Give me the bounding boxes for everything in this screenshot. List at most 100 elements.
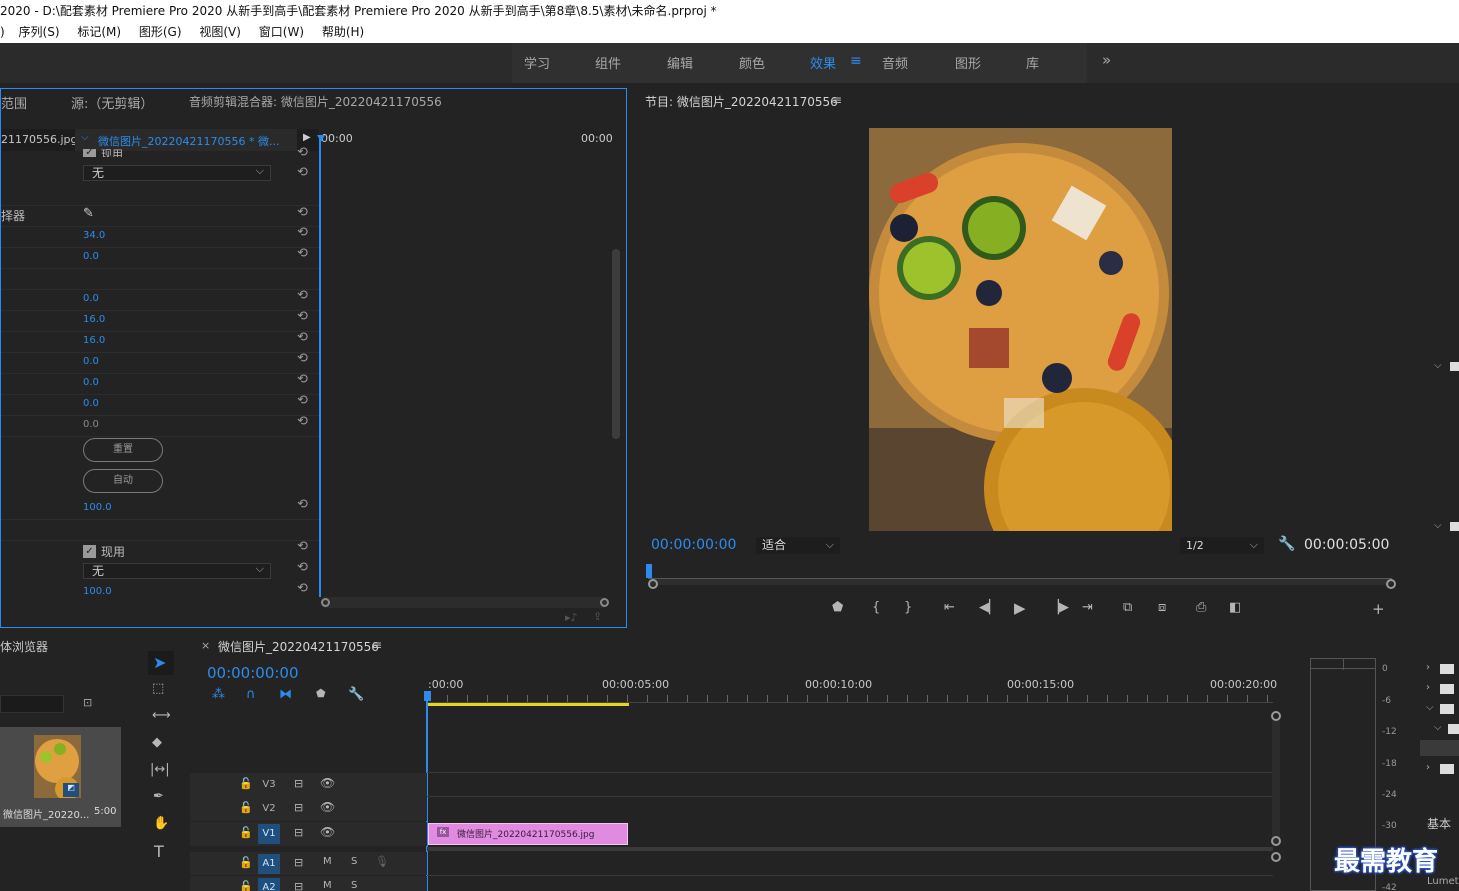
program-timecode[interactable]: 00:00:00:00 (651, 537, 736, 553)
reset-button[interactable]: 重置 (83, 438, 163, 462)
reset-icon[interactable]: ⟲ (297, 539, 308, 554)
lock-icon[interactable]: 🔓 (239, 801, 253, 814)
sync-lock-icon[interactable]: ⊟ (294, 856, 303, 869)
timeline-settings-icon[interactable]: 🔧 (348, 687, 364, 702)
scroll-handle-left[interactable] (321, 598, 330, 607)
lock-icon[interactable]: 🔓 (239, 777, 253, 790)
workspace-menu-icon[interactable]: ≡ (850, 53, 862, 69)
timeline-timecode[interactable]: 00:00:00:00 (207, 664, 299, 682)
active-checkbox[interactable]: ✓ (83, 545, 96, 558)
reset-icon[interactable]: ⟲ (297, 581, 308, 596)
sync-lock-icon[interactable]: ⊟ (294, 801, 303, 814)
program-playhead[interactable] (646, 564, 652, 578)
panel-menu-icon[interactable]: ≡ (372, 638, 382, 652)
track-name[interactable]: A1 (258, 854, 280, 874)
razor-tool-icon[interactable]: ◆ (152, 735, 162, 750)
reset-icon[interactable]: ⟲ (297, 145, 308, 160)
tab-source[interactable]: 源:（无剪辑） (71, 93, 153, 112)
workspace-color[interactable]: 颜色 (739, 53, 765, 72)
export-icon[interactable]: ⇪ (593, 610, 602, 623)
eye-icon[interactable]: 👁 (320, 800, 335, 814)
audio-scrub-icon[interactable]: ▸♪ (565, 611, 578, 624)
project-search-input[interactable] (0, 695, 64, 713)
solo-button[interactable]: S (351, 880, 357, 891)
tab-audio-clip-mixer[interactable]: 音频剪辑混合器: 微信图片_20220421170556 (189, 93, 442, 110)
ec-playhead[interactable] (319, 135, 321, 597)
chevron-right-icon[interactable]: › (1426, 682, 1430, 693)
workspace-learn[interactable]: 学习 (524, 53, 550, 72)
param-value[interactable]: 100.0 (83, 586, 112, 597)
play-range-bar[interactable] (427, 703, 629, 706)
add-button-icon[interactable]: + (1372, 600, 1385, 618)
lift-icon[interactable]: ⧉ (1123, 600, 1132, 615)
resolution-dropdown[interactable]: 1/2 ⌵ (1180, 537, 1264, 554)
go-to-out-icon[interactable]: ⇥ (1082, 600, 1093, 615)
menu-sequence[interactable]: 序列(S) (19, 25, 60, 39)
menu-window[interactable]: 窗口(W) (259, 25, 304, 39)
zoom-handle-right[interactable] (1386, 579, 1396, 589)
go-to-in-icon[interactable]: ⇤ (944, 600, 955, 615)
eye-icon[interactable]: 👁 (320, 825, 335, 839)
track-select-tool-icon[interactable]: ⬚ (152, 681, 164, 696)
mark-out-icon[interactable]: } (904, 600, 912, 615)
chevron-down-icon[interactable]: ⌵ (1426, 702, 1434, 713)
eye-icon[interactable]: 👁 (320, 776, 335, 790)
wrench-icon[interactable]: 🔧 (1278, 536, 1295, 552)
sync-lock-icon[interactable]: ⊟ (294, 880, 303, 891)
linked-selection-icon[interactable]: ⧓ (279, 687, 292, 702)
mask-dropdown[interactable]: 无 (83, 164, 271, 181)
reset-icon[interactable]: ⟲ (297, 165, 308, 180)
mute-button[interactable]: M (323, 880, 332, 891)
mark-in-icon[interactable]: { (872, 600, 880, 615)
workspace-effects[interactable]: 效果 (810, 53, 836, 72)
video-tracks-scrollbar[interactable] (1272, 718, 1280, 843)
marker-icon[interactable]: ⬟ (832, 600, 843, 615)
lock-icon[interactable]: 🔓 (239, 856, 253, 869)
nest-toggle-icon[interactable]: ⁂ (212, 687, 225, 702)
program-zoom-bar[interactable] (648, 579, 1392, 585)
chevron-down-icon[interactable]: ⌵ (1434, 520, 1442, 531)
play-triangle-icon[interactable]: ▶ (303, 132, 311, 143)
reset-icon[interactable]: ⟲ (297, 560, 308, 575)
play-icon[interactable]: ▶ (1014, 599, 1026, 617)
pen-tool-icon[interactable]: ✒ (153, 789, 164, 804)
workspace-graphics[interactable]: 图形 (955, 53, 981, 72)
ec-scrollbar[interactable] (612, 249, 620, 439)
step-back-icon[interactable]: ◀▏ (979, 600, 999, 615)
chevron-right-icon[interactable]: › (1426, 762, 1430, 773)
scroll-handle-right[interactable] (600, 598, 609, 607)
folder-search-icon[interactable]: ⊡ (83, 696, 92, 709)
chevron-right-icon[interactable]: › (1426, 662, 1430, 673)
lock-icon[interactable]: 🔓 (239, 826, 253, 839)
timeline-ruler[interactable] (427, 695, 1273, 703)
ec-playhead-head[interactable] (317, 135, 325, 142)
mask-dropdown-2[interactable]: 无 (83, 562, 271, 579)
hand-tool-icon[interactable]: ✋ (153, 816, 169, 831)
selected-effect-row[interactable] (1420, 740, 1459, 756)
timeline-playhead-head[interactable] (424, 691, 431, 701)
fit-dropdown[interactable]: 适合 ⌵ (756, 537, 840, 554)
step-forward-icon[interactable]: ▕▶ (1049, 600, 1069, 615)
menu-help[interactable]: 帮助(H) (322, 25, 364, 39)
menu-view[interactable]: 视图(V) (199, 25, 241, 39)
tab-effect-controls[interactable]: 范围 (1, 93, 27, 112)
sync-lock-icon[interactable]: ⊟ (294, 777, 303, 790)
extract-icon[interactable]: ⧈ (1158, 600, 1166, 615)
sync-lock-icon[interactable]: ⊟ (294, 826, 303, 839)
workspace-editing[interactable]: 编辑 (667, 53, 693, 72)
scroll-handle[interactable] (1271, 852, 1281, 862)
sequence-tab[interactable]: 微信图片_20220421170556 (218, 638, 379, 655)
close-icon[interactable]: × (201, 639, 210, 652)
ec-h-scrollbar[interactable] (321, 597, 607, 608)
track-name[interactable]: A2 (258, 878, 280, 891)
snap-icon[interactable]: ∩ (246, 687, 256, 702)
chevron-down-icon[interactable]: ⌵ (1434, 722, 1442, 733)
camera-icon[interactable]: ⎙ (1196, 600, 1206, 615)
menu-graphics[interactable]: 图形(G) (139, 25, 182, 39)
scroll-handle[interactable] (1271, 836, 1281, 846)
track-name[interactable]: V2 (258, 799, 280, 819)
workspace-audio[interactable]: 音频 (882, 53, 908, 72)
mute-button[interactable]: M (323, 856, 332, 867)
track-name[interactable]: V3 (258, 775, 280, 795)
track-name[interactable]: V1 (258, 824, 280, 844)
